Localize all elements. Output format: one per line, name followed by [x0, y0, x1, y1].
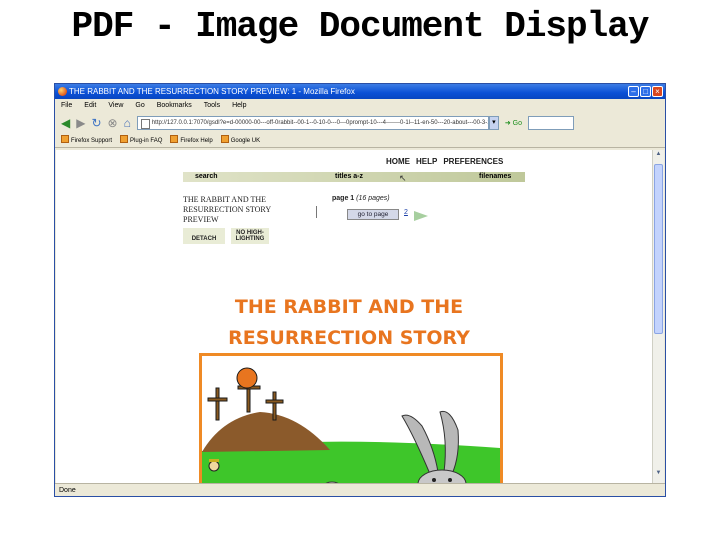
- browser-window: THE RABBIT AND THE RESURRECTION STORY PR…: [54, 83, 666, 497]
- navigation-toolbar: ◀ ▶ ↻ ⊗ ⌂ http://127.0.0.1:7070/gsdl?e=d…: [55, 112, 665, 134]
- scrollbar-thumb[interactable]: [654, 164, 663, 334]
- story-illustration: [199, 353, 503, 483]
- browse-navigation-bar: search titles a-z filenames: [183, 172, 525, 182]
- bookmark-firefox-support[interactable]: Firefox Support: [61, 134, 112, 147]
- vertical-scrollbar[interactable]: ▲ ▼: [652, 150, 664, 483]
- current-page-label: page 1: [332, 195, 355, 202]
- divider: [316, 206, 317, 218]
- window-title: THE RABBIT AND THE RESURRECTION STORY PR…: [69, 87, 355, 96]
- go-to-page-button[interactable]: go to page: [347, 209, 399, 220]
- close-button[interactable]: ×: [652, 86, 663, 97]
- go-label: Go: [512, 120, 522, 127]
- menu-edit[interactable]: Edit: [84, 99, 96, 112]
- home-icon[interactable]: ⌂: [124, 116, 131, 130]
- back-arrow-icon[interactable]: ◀: [61, 116, 70, 130]
- stop-icon[interactable]: ⊗: [108, 116, 118, 130]
- filenames-link[interactable]: filenames: [479, 172, 511, 182]
- window-titlebar[interactable]: THE RABBIT AND THE RESURRECTION STORY PR…: [55, 84, 665, 99]
- document-title: THE RABBIT AND THE RESURRECTION STORY PR…: [183, 195, 271, 224]
- scroll-up-arrow-icon[interactable]: ▲: [653, 151, 664, 163]
- minimize-button[interactable]: –: [628, 86, 639, 97]
- menu-help[interactable]: Help: [232, 99, 246, 112]
- address-bar[interactable]: http://127.0.0.1:7070/gsdl?e=d-00000-00-…: [136, 116, 489, 130]
- menu-tools[interactable]: Tools: [204, 99, 220, 112]
- bookmarks-toolbar: Firefox Support Plug-in FAQ Firefox Help…: [55, 134, 665, 148]
- nav-help-link[interactable]: HELP: [416, 157, 437, 166]
- slide-title: PDF - Image Document Display: [71, 6, 650, 47]
- bookmark-plugin-faq[interactable]: Plug-in FAQ: [120, 134, 162, 147]
- bookmark-google-uk[interactable]: Google UK: [221, 134, 260, 147]
- no-highlighting-button[interactable]: NO HIGH-LIGHTING: [231, 228, 269, 244]
- menu-file[interactable]: File: [61, 99, 72, 112]
- search-link[interactable]: search: [195, 172, 218, 182]
- maximize-button[interactable]: □: [640, 86, 651, 97]
- nav-home-link[interactable]: HOME: [386, 157, 410, 166]
- story-drawing: [202, 356, 500, 483]
- page-content: HOME HELP PREFERENCES search titles a-z …: [56, 150, 652, 483]
- search-engine-input[interactable]: [528, 116, 574, 130]
- next-page-arrow-icon[interactable]: [414, 211, 428, 221]
- detach-button[interactable]: DETACH: [183, 228, 225, 244]
- page-indicator: page 1 (16 pages): [332, 195, 390, 202]
- firefox-icon: [58, 87, 67, 96]
- go-button[interactable]: ➜ Go: [505, 119, 522, 127]
- next-page-link[interactable]: 2: [404, 209, 408, 216]
- story-title: THE RABBIT AND THE RESURRECTION STORY: [228, 296, 470, 349]
- reload-icon[interactable]: ↻: [91, 116, 101, 130]
- scroll-down-arrow-icon[interactable]: ▼: [653, 470, 664, 482]
- menu-view[interactable]: View: [108, 99, 123, 112]
- menu-bar: File Edit View Go Bookmarks Tools Help: [55, 99, 665, 112]
- titles-az-link[interactable]: titles a-z: [335, 172, 363, 182]
- address-dropdown-button[interactable]: ▾: [488, 116, 499, 130]
- top-navigation: HOME HELP PREFERENCES: [386, 157, 503, 166]
- nav-preferences-link[interactable]: PREFERENCES: [443, 157, 503, 166]
- mouse-cursor-icon: ↖: [399, 173, 407, 183]
- page-count: (16 pages): [356, 195, 390, 202]
- menu-bookmarks[interactable]: Bookmarks: [157, 99, 192, 112]
- bookmark-firefox-help[interactable]: Firefox Help: [170, 134, 212, 147]
- menu-go[interactable]: Go: [135, 99, 144, 112]
- forward-arrow-icon[interactable]: ▶: [76, 116, 85, 130]
- status-bar: Done: [55, 483, 665, 496]
